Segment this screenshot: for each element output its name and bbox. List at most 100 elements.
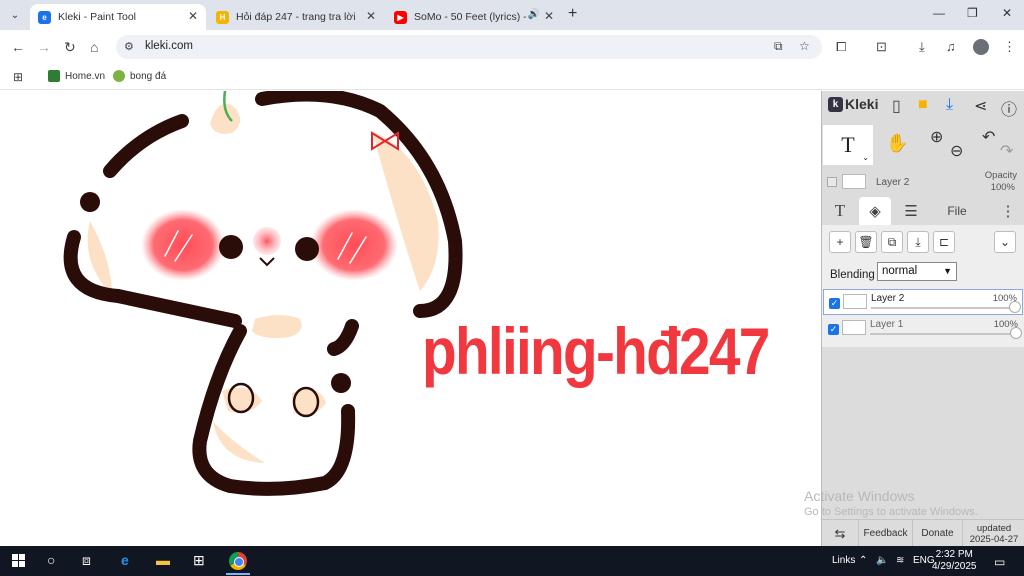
url-text[interactable]: kleki.com bbox=[145, 40, 193, 52]
minimize-icon[interactable]: — bbox=[933, 6, 945, 20]
tab-strip: ⌄ e Kleki - Paint Tool ✕ H Hỏi đáp 247 -… bbox=[0, 0, 1024, 30]
blending-select[interactable]: normal ▼ bbox=[877, 262, 957, 281]
layer-preview-name: Layer 2 bbox=[876, 177, 910, 188]
chrome-icon[interactable] bbox=[229, 552, 247, 570]
translate-icon[interactable]: ⧉ bbox=[774, 39, 783, 54]
updated-info[interactable]: updated 2025-04-27 bbox=[962, 520, 1024, 547]
menu-dots-icon[interactable]: ⋮ bbox=[1003, 39, 1016, 55]
panel-tabs: T ◈ ☰ File ⋮ bbox=[822, 197, 1024, 225]
close-icon[interactable]: ✕ bbox=[188, 9, 198, 23]
file-explorer-icon[interactable]: ▬ bbox=[156, 552, 170, 568]
layer-opacity-slider[interactable] bbox=[870, 333, 1017, 335]
tab-file[interactable]: File bbox=[942, 197, 972, 225]
download-icon[interactable]: ⤓ bbox=[919, 39, 925, 55]
layer-preview: Layer 2 Opacity 100% bbox=[822, 169, 1024, 197]
slider-knob[interactable] bbox=[1009, 301, 1021, 313]
add-layer-button[interactable]: + bbox=[829, 231, 851, 253]
new-image-icon[interactable]: ▯ bbox=[892, 96, 901, 116]
home-icon[interactable]: ⌂ bbox=[90, 39, 98, 55]
close-window-icon[interactable]: ✕ bbox=[1002, 6, 1012, 20]
address-bar[interactable]: ⚙ kleki.com ⧉ ☆ bbox=[116, 35, 822, 59]
tab-title: Hỏi đáp 247 - trang tra lời bbox=[236, 11, 356, 23]
panel-footer: ⇆ Feedback Donate updated 2025-04-27 bbox=[822, 519, 1024, 547]
rename-layer-button[interactable]: ⊏ bbox=[933, 231, 955, 253]
zoom-in-icon[interactable]: ⊕ bbox=[930, 127, 943, 147]
zoom-out-icon[interactable]: ⊖ bbox=[950, 141, 963, 161]
chevron-down-icon[interactable]: ⌄ bbox=[862, 153, 869, 162]
tray-chevron-up-icon[interactable]: ⌃ bbox=[859, 555, 867, 566]
share-icon[interactable]: ⋖ bbox=[974, 96, 987, 116]
layer-visibility-checkbox[interactable]: ✓ bbox=[829, 298, 840, 309]
delete-layer-button[interactable]: 🗑 bbox=[855, 231, 877, 253]
layer-row-layer-1[interactable]: ✓ Layer 1 100% bbox=[823, 316, 1023, 342]
layer-visibility-checkbox[interactable]: ✓ bbox=[828, 324, 839, 335]
bookmark-bongda[interactable]: bong đá bbox=[113, 70, 166, 82]
slider-knob[interactable] bbox=[1010, 327, 1022, 339]
opacity-value: 100% bbox=[990, 182, 1015, 193]
layers-icon: ◈ bbox=[869, 203, 881, 220]
tab-youtube[interactable]: ▶ SoMo - 50 Feet (lyrics) - You 🔊 ✕ bbox=[386, 4, 562, 30]
forward-arrow-icon[interactable]: → bbox=[37, 39, 51, 55]
drawing-canvas[interactable]: phliing-hđ247 bbox=[0, 91, 821, 546]
notification-icon[interactable]: ▭ bbox=[994, 555, 1005, 569]
extensions-icon[interactable]: ⧠ bbox=[836, 39, 846, 55]
media-control-icon[interactable]: ♫ bbox=[946, 39, 956, 54]
active-app-indicator bbox=[226, 573, 250, 575]
restore-icon[interactable]: ❐ bbox=[967, 6, 978, 20]
profile-avatar[interactable] bbox=[973, 39, 989, 55]
bookmark-homevn[interactable]: Home.vn bbox=[48, 70, 105, 82]
tab-text-tool[interactable]: T bbox=[826, 197, 854, 225]
layer-thumbnail bbox=[842, 320, 866, 335]
site-info-icon[interactable]: ⚙ bbox=[124, 40, 134, 53]
tab-kleki[interactable]: e Kleki - Paint Tool ✕ bbox=[30, 4, 206, 30]
close-icon[interactable]: ✕ bbox=[544, 9, 554, 23]
links-toolbar[interactable]: Links bbox=[832, 555, 855, 566]
reload-icon[interactable]: ↻ bbox=[64, 39, 76, 56]
system-clock[interactable]: 2:32 PM 4/29/2025 bbox=[932, 549, 977, 573]
more-dots-icon[interactable]: ⋮ bbox=[1000, 197, 1016, 225]
speaker-icon[interactable]: 🔊 bbox=[528, 9, 540, 20]
rename-icon: ⊏ bbox=[938, 235, 950, 249]
layer-row-layer-2[interactable]: ✓ Layer 2 100% bbox=[823, 289, 1023, 315]
layer-thumbnail bbox=[842, 174, 866, 189]
hand-tool-icon[interactable]: ✋ bbox=[886, 133, 908, 154]
bookmark-label: Home.vn bbox=[65, 70, 106, 82]
save-download-icon[interactable]: ⤓ bbox=[946, 96, 953, 114]
donate-button[interactable]: Donate bbox=[912, 520, 962, 547]
redo-icon[interactable]: ↷ bbox=[1000, 141, 1013, 161]
soccer-bookmark-icon bbox=[113, 70, 125, 82]
duplicate-icon: ⧉ bbox=[887, 234, 897, 249]
screenshot-icon[interactable]: ⊡ bbox=[876, 39, 887, 55]
tab-adjust[interactable]: ☰ bbox=[896, 197, 926, 225]
feedback-button[interactable]: Feedback bbox=[858, 520, 912, 547]
undo-icon[interactable]: ↶ bbox=[982, 127, 995, 147]
edge-icon[interactable]: e bbox=[121, 552, 129, 568]
tab-search-chevron-icon[interactable]: ⌄ bbox=[6, 6, 24, 24]
open-folder-icon[interactable]: ■ bbox=[918, 96, 928, 114]
apps-grid-icon[interactable]: ⊞ bbox=[13, 70, 23, 84]
layer-opacity-slider[interactable] bbox=[871, 307, 1016, 309]
bookmark-star-icon[interactable]: ☆ bbox=[799, 39, 810, 53]
new-tab-button[interactable]: + bbox=[568, 5, 577, 23]
store-icon[interactable]: ⊞ bbox=[193, 552, 205, 569]
tab-hoidap[interactable]: H Hỏi đáp 247 - trang tra lời ✕ bbox=[208, 4, 384, 30]
duplicate-layer-button[interactable]: ⧉ bbox=[881, 231, 903, 253]
merge-layer-button[interactable]: ⤓ bbox=[907, 231, 929, 253]
expand-layers-button[interactable]: ⌄ bbox=[994, 231, 1016, 253]
windows-start-icon[interactable] bbox=[12, 554, 25, 567]
back-arrow-icon[interactable]: ← bbox=[11, 39, 25, 55]
close-icon[interactable]: ✕ bbox=[366, 9, 376, 23]
swap-side-icon[interactable]: ⇆ bbox=[822, 520, 858, 547]
wifi-icon[interactable]: ≋ bbox=[896, 555, 904, 566]
kleki-logo[interactable]: k Kleki bbox=[828, 96, 878, 112]
tab-layers[interactable]: ◈ bbox=[859, 197, 891, 225]
clock-date: 4/29/2025 bbox=[932, 561, 977, 572]
help-icon[interactable]: ⓘ bbox=[1001, 96, 1017, 120]
text-tool-button[interactable]: T ⌄ bbox=[823, 125, 873, 165]
volume-icon[interactable]: 🔈 bbox=[876, 555, 888, 566]
windows-taskbar: ○ ⧈ e ▬ ⊞ Links ⌃ 🔈 ≋ ENG 2:32 PM 4/29/2… bbox=[0, 546, 1024, 576]
task-view-icon[interactable]: ⧈ bbox=[82, 552, 91, 569]
youtube-favicon-icon: ▶ bbox=[394, 10, 407, 24]
search-circle-icon[interactable]: ○ bbox=[47, 552, 55, 568]
preview-checkbox[interactable] bbox=[827, 177, 837, 187]
